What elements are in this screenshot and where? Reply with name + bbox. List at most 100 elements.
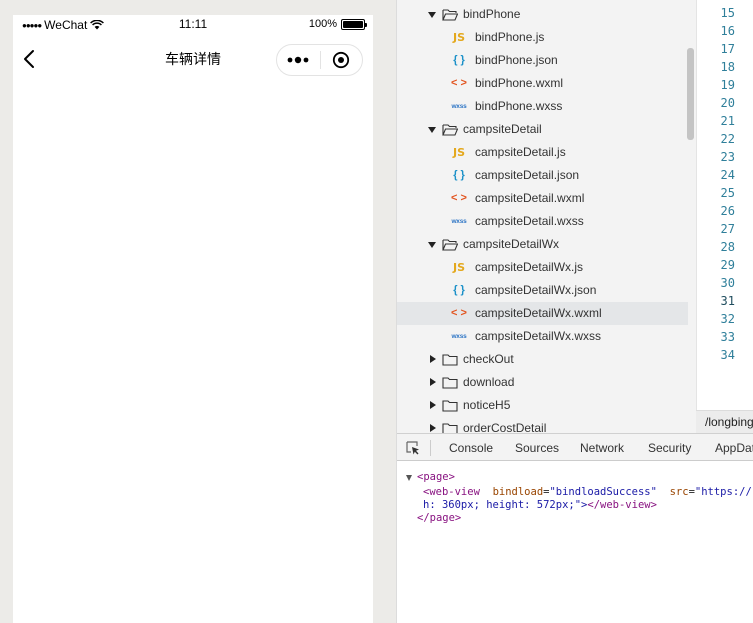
- devtools-panel: Console Sources Network Security AppData…: [396, 433, 753, 623]
- tree-label: checkOut: [463, 352, 514, 366]
- line-number: 23: [720, 150, 735, 164]
- target-close-icon: [333, 51, 350, 69]
- tree-file-bindPhone.json[interactable]: { } bindPhone.json: [397, 49, 696, 72]
- tree-label: campsiteDetailWx.wxml: [475, 306, 602, 320]
- tree-folder-campsiteDetail[interactable]: campsiteDetail: [397, 118, 696, 141]
- tree-file-campsiteDetail.js[interactable]: JS campsiteDetail.js: [397, 141, 696, 164]
- line-number: 28: [720, 240, 735, 254]
- wxss-file-icon: wxss: [451, 333, 467, 340]
- js-file-icon: JS: [452, 146, 465, 159]
- chevron-right-icon[interactable]: [430, 424, 436, 432]
- line-number: 29: [720, 258, 735, 272]
- simulator-panel: ●●●●● WeChat 11:11 100% 车辆详情: [0, 0, 396, 623]
- dom-tag-webview-close: </web-view>: [587, 499, 657, 511]
- editor-line-gutter: 15 16 17 18 19 20 21 22 23 24 25 26 27 28 29 30 31 32 33 34: [696, 0, 753, 410]
- dom-attr-bindload: bindload: [492, 486, 544, 498]
- close-miniprogram-button[interactable]: [320, 45, 362, 75]
- inspect-element-icon[interactable]: [406, 441, 420, 455]
- battery-icon: [341, 18, 367, 30]
- tree-label: campsiteDetailWx.js: [475, 260, 584, 274]
- file-tree-panel: bindPhone JS bindPhone.js { } bindPhone.json…: [396, 0, 696, 433]
- tree-label: bindPhone: [463, 7, 521, 21]
- folder-icon: [442, 376, 458, 389]
- folder-icon: [442, 353, 458, 366]
- tree-folder-campsiteDetailWx[interactable]: campsiteDetailWx: [397, 233, 696, 256]
- tree-label: bindPhone.wxml: [475, 76, 564, 90]
- folder-open-icon: [442, 123, 459, 136]
- tree-label: campsiteDetail.wxss: [475, 214, 584, 228]
- line-number: 16: [720, 24, 735, 38]
- menu-capsule: [276, 44, 363, 76]
- line-number: 15: [720, 6, 735, 20]
- tree-label: bindPhone.wxss: [475, 99, 563, 113]
- tree-file-bindPhone.wxss[interactable]: wxss bindPhone.wxss: [397, 95, 696, 118]
- tree-label: campsiteDetail.wxml: [475, 191, 585, 205]
- dom-line-page-open[interactable]: <page>: [397, 471, 753, 484]
- dom-tag-page: <page>: [417, 471, 455, 483]
- tree-label: campsiteDetail.json: [475, 168, 580, 182]
- navigation-bar: 车辆详情: [13, 35, 373, 83]
- tree-file-bindPhone.js[interactable]: JS bindPhone.js: [397, 26, 696, 49]
- line-number: 25: [720, 186, 735, 200]
- chevron-right-icon[interactable]: [430, 401, 436, 409]
- tab-network[interactable]: Network: [580, 441, 624, 455]
- folder-icon: [442, 399, 458, 412]
- line-number: 31: [720, 294, 735, 308]
- tree-label: campsiteDetailWx: [463, 237, 560, 251]
- tree-file-campsiteDetailWx.wxss[interactable]: wxss campsiteDetailWx.wxss: [397, 325, 696, 348]
- tree-file-campsiteDetailWx.wxml[interactable]: < > campsiteDetailWx.wxml: [397, 302, 688, 325]
- line-number: 21: [720, 114, 735, 128]
- tree-label: download: [463, 375, 515, 389]
- line-number: 27: [720, 222, 735, 236]
- dom-line-page-close[interactable]: </page>: [397, 512, 753, 525]
- tab-sources[interactable]: Sources: [515, 441, 559, 455]
- status-bar: ●●●●● WeChat 11:11 100%: [13, 15, 373, 35]
- tree-folder-checkOut[interactable]: checkOut: [397, 348, 696, 371]
- tab-security[interactable]: Security: [648, 441, 691, 455]
- line-number: 33: [720, 330, 735, 344]
- devtools-tab-bar: Console Sources Network Security AppData: [397, 433, 753, 461]
- chevron-down-icon[interactable]: [428, 12, 436, 18]
- dom-line-webview[interactable]: <web-view bindload="bindloadSuccess" src…: [397, 486, 753, 499]
- tree-file-campsiteDetailWx.js[interactable]: JS campsiteDetailWx.js: [397, 256, 696, 279]
- expand-triangle-icon[interactable]: [406, 475, 412, 481]
- chevron-down-icon[interactable]: [428, 242, 436, 248]
- line-number: 24: [720, 168, 735, 182]
- js-file-icon: JS: [452, 31, 465, 44]
- folder-open-icon: [442, 238, 459, 251]
- editor-path-bar: /longbing: [696, 410, 753, 433]
- tree-file-campsiteDetail.wxml[interactable]: < > campsiteDetail.wxml: [397, 187, 696, 210]
- dom-line-webview-cont: h: 360px; height: 572px;"></web-view>: [397, 499, 753, 512]
- wxss-file-icon: wxss: [451, 103, 467, 110]
- tree-file-campsiteDetail.wxss[interactable]: wxss campsiteDetail.wxss: [397, 210, 696, 233]
- line-number: 22: [720, 132, 735, 146]
- line-number: 30: [720, 276, 735, 290]
- file-tree-scrollbar[interactable]: [687, 48, 694, 140]
- tree-label: bindPhone.js: [475, 30, 545, 44]
- battery-group: 100%: [308, 18, 367, 30]
- tree-label: campsiteDetailWx.wxss: [475, 329, 602, 343]
- chevron-right-icon[interactable]: [430, 355, 436, 363]
- battery-percent: 100%: [308, 18, 337, 30]
- chevron-right-icon[interactable]: [430, 378, 436, 386]
- tree-label: bindPhone.json: [475, 53, 558, 67]
- tree-folder-noticeH5[interactable]: noticeH5: [397, 394, 696, 417]
- tree-label: noticeH5: [463, 398, 511, 412]
- tree-folder-download[interactable]: download: [397, 371, 696, 394]
- tab-appdata[interactable]: AppData: [715, 441, 753, 455]
- dom-tree: <page> <web-view bindload="bindloadSucce…: [397, 471, 753, 525]
- more-dots-icon: [287, 56, 309, 64]
- folder-open-icon: [442, 8, 459, 21]
- more-button[interactable]: [277, 45, 320, 75]
- tree-file-bindPhone.wxml[interactable]: < > bindPhone.wxml: [397, 72, 696, 95]
- tree-folder-bindPhone[interactable]: bindPhone: [397, 3, 696, 26]
- tree-folder-orderCostDetail[interactable]: orderCostDetail: [397, 417, 696, 433]
- tree-file-campsiteDetailWx.json[interactable]: { } campsiteDetailWx.json: [397, 279, 696, 302]
- tab-console[interactable]: Console: [449, 441, 493, 455]
- dom-tag-page-close: </page>: [417, 512, 462, 524]
- chevron-down-icon[interactable]: [428, 127, 436, 133]
- phone-screen: ●●●●● WeChat 11:11 100% 车辆详情: [13, 15, 373, 623]
- dom-attr-src: src: [669, 486, 689, 498]
- line-number: 26: [720, 204, 735, 218]
- tree-file-campsiteDetail.json[interactable]: { } campsiteDetail.json: [397, 164, 696, 187]
